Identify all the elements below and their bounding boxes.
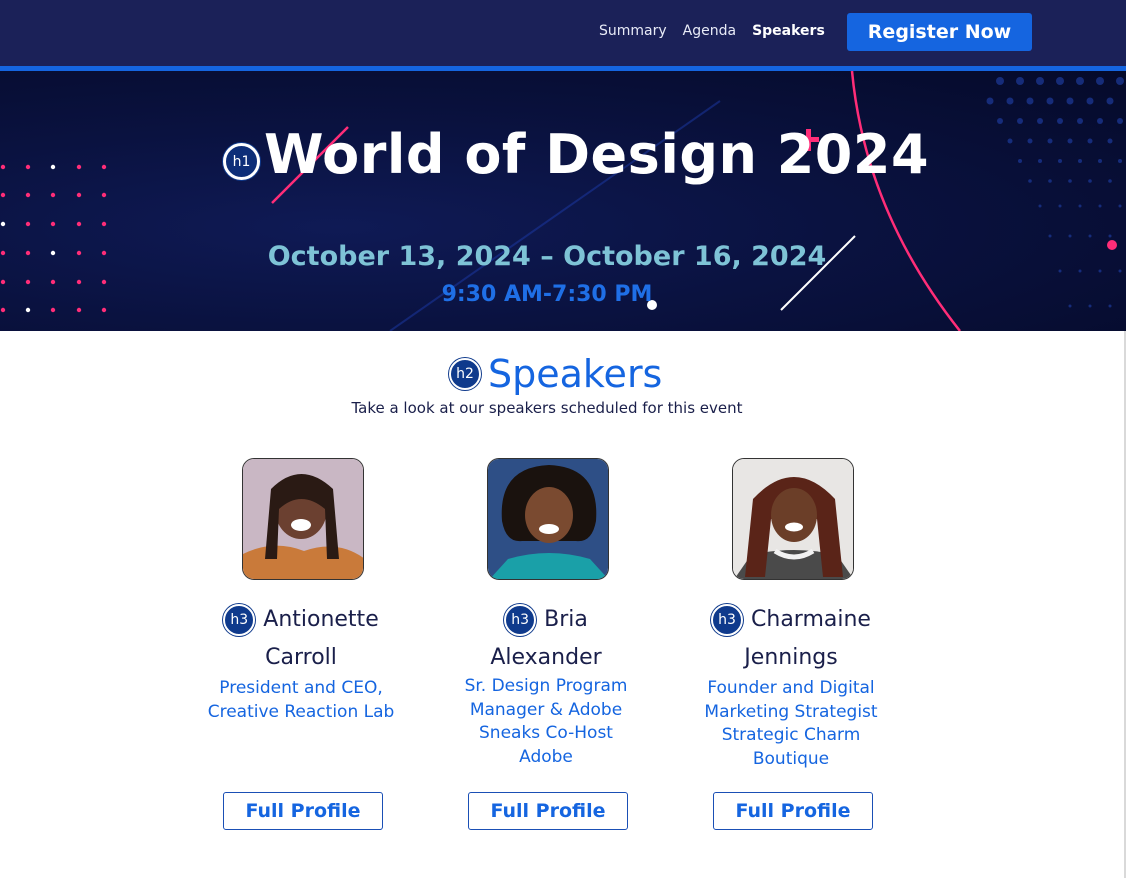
section-subtitle: Take a look at our speakers scheduled fo… [351,399,743,417]
full-profile-button[interactable]: Full Profile [713,792,873,830]
section-title: Speakers [488,352,663,396]
speaker-role: President and CEO, Creative Reaction Lab [201,677,401,724]
speaker-role-line: Manager & Adobe [469,699,623,720]
speaker-name: h3 Bria Alexander Sr. Design Program Mana… [446,601,646,769]
speaker-role-line: Sr. Design Program [464,676,628,696]
event-dates: October 13, 2024 – October 16, 2024 [267,241,827,272]
speaker-name: h3 Charmaine Jennings Founder and Digital… [691,601,891,771]
heading-level-badge: h3 [223,604,256,636]
full-profile-button[interactable]: Full Profile [468,792,628,830]
speakers-heading: h2 Speakers [449,352,662,396]
speaker-role-line: President and CEO, [219,678,383,698]
speaker-role: Sr. Design Program Manager & Adobe Sneak… [446,675,646,769]
speaker-role-line: Founder and Digital [707,678,875,698]
top-nav: Summary Agenda Speakers Register Now [0,0,1126,66]
speaker-role-line: Adobe [519,746,573,767]
nav-link-summary[interactable]: Summary [599,23,667,39]
speaker-role: Founder and Digital Marketing Strategist… [691,677,891,771]
speaker-last-name: Jennings [744,645,838,670]
heading-level-badge: h3 [711,604,744,636]
speaker-role-line: Creative Reaction Lab [207,701,395,722]
speaker-role-line: Sneaks Co-Host [479,723,613,743]
speaker-photo [242,458,364,580]
nav-link-speakers[interactable]: Speakers [752,23,825,39]
speaker-name: h3 Antionette Carroll President and CEO, … [201,601,401,724]
nav-link-agenda[interactable]: Agenda [683,23,736,39]
hero-banner: h1 World of Design 2024 October 13, 2024… [0,71,1126,331]
speaker-role-line: Boutique [752,748,830,769]
speaker-photo [487,458,609,580]
full-profile-button[interactable]: Full Profile [223,792,383,830]
speaker-first-name: Antionette [263,607,379,632]
speaker-photo [732,458,854,580]
speaker-last-name: Carroll [265,645,337,670]
speaker-first-name: Charmaine [751,607,871,632]
nav-links: Summary Agenda Speakers [599,23,825,39]
register-now-button[interactable]: Register Now [847,13,1032,51]
event-title: World of Design 2024 [264,123,930,186]
event-time: 9:30 AM-7:30 PM [441,282,653,307]
speaker-role-line: Marketing Strategist [704,701,878,722]
speaker-role-line: Strategic Charm [721,725,861,745]
heading-level-badge: h3 [504,604,537,636]
heading-level-badge: h2 [449,358,481,390]
heading-level-badge: h1 [223,143,260,180]
